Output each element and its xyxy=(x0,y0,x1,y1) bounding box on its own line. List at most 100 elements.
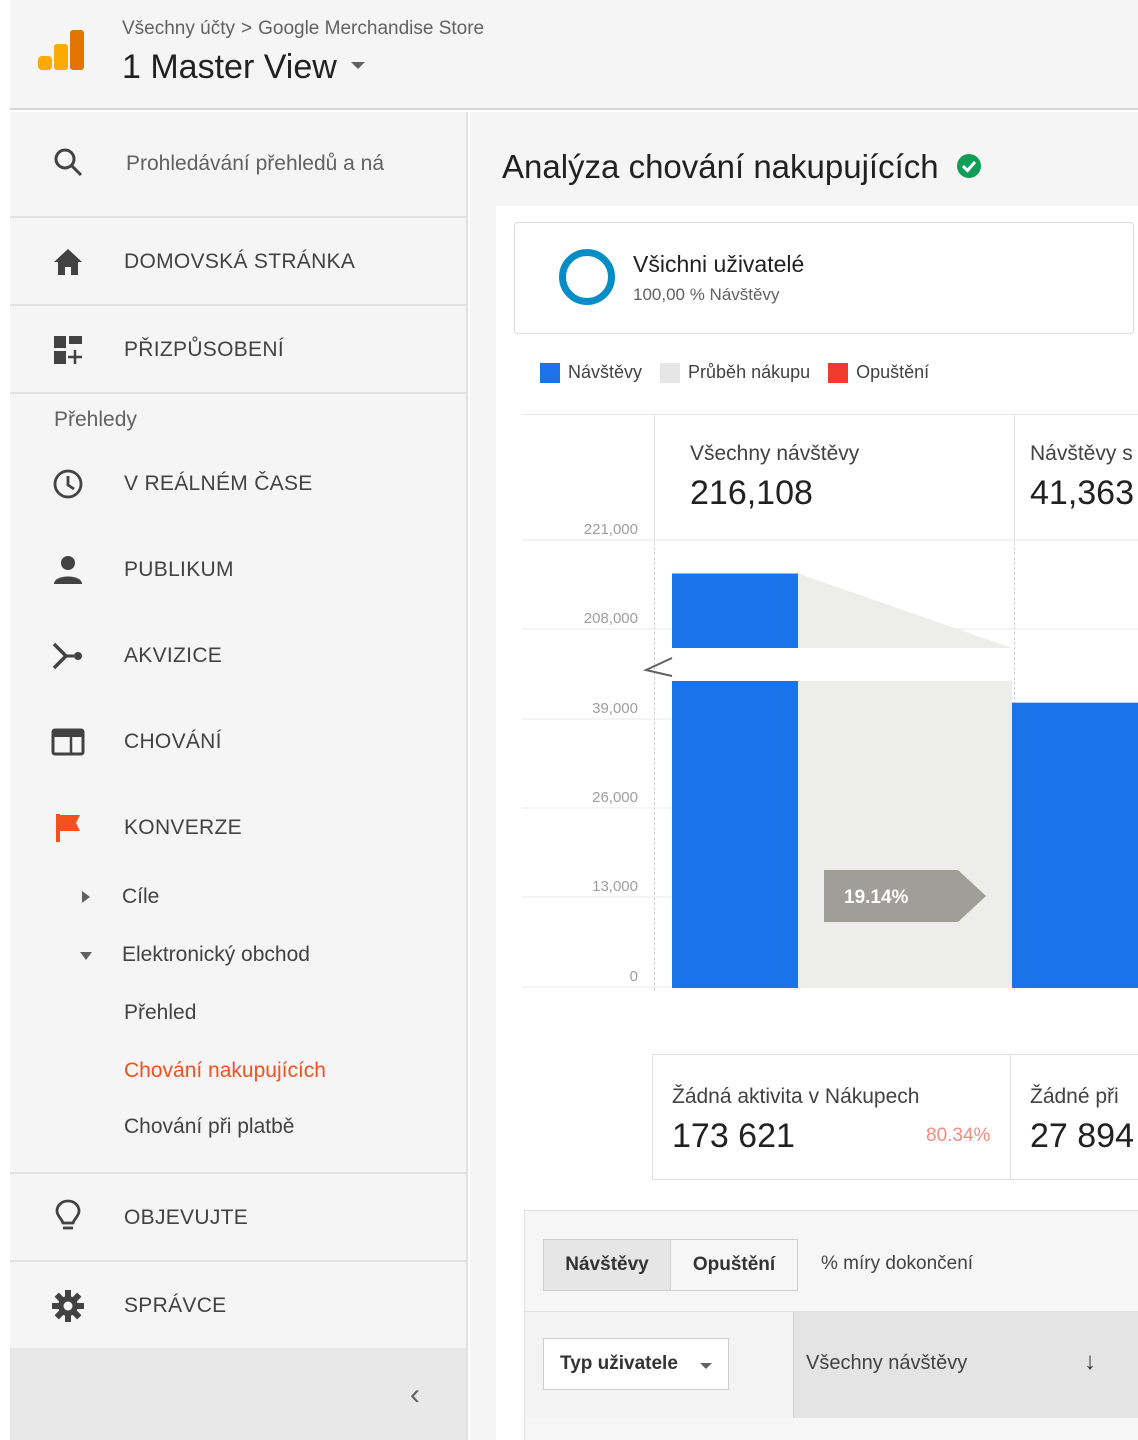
segment-name: Všichni uživatelé xyxy=(633,251,805,277)
legend: Návštěvy Průběh nákupu Opuštění xyxy=(540,362,947,383)
lightbulb-icon xyxy=(50,1198,86,1234)
breadcrumb[interactable]: Všechny účty > Google Merchandise Store xyxy=(122,18,484,40)
segment-card[interactable]: Všichni uživatelé 100,00 % Návštěvy xyxy=(514,222,1134,334)
legend-swatch-sessions xyxy=(540,362,560,383)
breadcrumb-separator-icon: > xyxy=(241,18,253,39)
nav-conversions[interactable]: KONVERZE xyxy=(10,792,466,862)
breadcrumb-property[interactable]: Google Merchandise Store xyxy=(258,18,484,39)
collapse-sidebar-button[interactable]: ‹ xyxy=(10,1348,466,1440)
axis-tick-label: 26,000 xyxy=(592,789,638,806)
nav-shopping-behavior-label: Chování nakupujících xyxy=(124,1059,326,1082)
legend-item: Návštěvy xyxy=(540,362,642,383)
nav-home-label: DOMOVSKÁ STRÁNKA xyxy=(124,250,356,273)
abandon-rate-no-activity: 80.34% xyxy=(926,1125,991,1146)
nav-shopping-behavior[interactable]: Chování nakupujících xyxy=(10,1046,466,1096)
caret-down-icon xyxy=(700,1363,712,1369)
reports-section-heading: Přehledy xyxy=(54,408,137,431)
funnel-plot: 221,000 208,000 39,000 26,000 13,000 0 19.14% xyxy=(522,521,1138,988)
page-title-text: Analýza chování nakupujících xyxy=(502,148,939,185)
axis-tick-label: 208,000 xyxy=(584,610,638,627)
report-search[interactable]: Prohledávání přehledů a ná xyxy=(10,112,466,216)
abandon-label-no-activity: Žádná aktivita v Nákupech xyxy=(672,1085,920,1108)
flag-icon xyxy=(50,810,86,846)
nav-admin-label: SPRÁVCE xyxy=(124,1294,227,1317)
axis-tick-label: 0 xyxy=(630,968,638,985)
sidebar: Prohledávání přehledů a ná DOMOVSKÁ STRÁ… xyxy=(10,112,468,1440)
tab-abandonment[interactable]: Opuštění xyxy=(670,1239,798,1291)
card-divider xyxy=(1010,1055,1011,1179)
bar-product-views xyxy=(1012,702,1138,988)
verified-shield-icon xyxy=(956,154,981,179)
legend-item: Průběh nákupu xyxy=(660,362,810,383)
bar-all-sessions-upper xyxy=(672,573,798,648)
chevron-left-icon: ‹ xyxy=(410,1378,420,1411)
divider xyxy=(10,392,466,394)
main-content: Analýza chování nakupujících Všichni uži… xyxy=(470,112,1138,1440)
legend-label-progress: Průběh nákupu xyxy=(688,362,811,382)
abandonment-cards: Žádná aktivita v Nákupech 173 621 80.34%… xyxy=(652,1054,1138,1180)
nav-behavior-label: CHOVÁNÍ xyxy=(124,730,222,753)
nav-ecommerce-overview[interactable]: Přehled xyxy=(10,988,466,1038)
view-name: 1 Master View xyxy=(122,48,337,86)
axis-tick-label: 221,000 xyxy=(584,521,638,538)
legend-swatch-progress xyxy=(660,362,681,383)
user-type-dropdown[interactable]: Typ uživatele xyxy=(543,1338,729,1390)
column-header-all-sessions[interactable]: Všechny návštěvy ↓ xyxy=(793,1312,1138,1418)
app-header: Všechny účty > Google Merchandise Store 1 … xyxy=(10,0,1138,110)
tab-completion-rate[interactable]: % míry dokončení xyxy=(821,1253,973,1275)
breadcrumb-accounts[interactable]: Všechny účty xyxy=(122,18,235,39)
nav-overview-label: Přehled xyxy=(124,1001,197,1024)
browser-window-icon xyxy=(50,724,86,760)
legend-item: Opuštění xyxy=(828,362,929,383)
page-title: Analýza chování nakupujících xyxy=(502,148,982,186)
nav-discover-label: OBJEVUJTE xyxy=(124,1206,249,1229)
nav-realtime[interactable]: V REÁLNÉM ČASE xyxy=(10,448,466,518)
nav-home[interactable]: DOMOVSKÁ STRÁNKA xyxy=(10,218,466,304)
dashboard-plus-icon xyxy=(50,332,86,368)
gear-icon xyxy=(50,1288,86,1324)
segment-share: 100,00 % Návštěvy xyxy=(633,285,780,304)
funnel-chart: Všechny návštěvy 216,108 Návštěvy s 41,3… xyxy=(522,414,1138,994)
axis-break-icon xyxy=(642,657,673,677)
nav-admin[interactable]: SPRÁVCE xyxy=(10,1262,466,1348)
axis-tick-label: 13,000 xyxy=(592,878,638,895)
bar-all-sessions-lower xyxy=(672,681,798,988)
axis-tick-label: 39,000 xyxy=(592,700,638,717)
home-icon xyxy=(50,244,86,280)
nav-audience[interactable]: PUBLIKUM xyxy=(10,534,466,604)
analytics-logo-icon[interactable] xyxy=(38,30,84,76)
expand-down-icon xyxy=(80,952,92,960)
card-divider xyxy=(652,1055,653,1179)
legend-label-sessions: Návštěvy xyxy=(568,362,643,382)
table-header-row: Typ uživatele Všechny návštěvy ↓ xyxy=(525,1311,1138,1418)
nav-acquisition[interactable]: AKVIZICE xyxy=(10,620,466,690)
nav-realtime-label: V REÁLNÉM ČASE xyxy=(124,472,313,495)
caret-down-icon xyxy=(350,61,365,69)
conversion-rate-label: 19.14% xyxy=(844,887,909,908)
nav-checkout-behavior[interactable]: Chování při platbě xyxy=(10,1102,466,1152)
nav-goals[interactable]: Cíle xyxy=(10,872,466,922)
legend-swatch-abandon xyxy=(828,362,849,383)
nav-checkout-behavior-label: Chování při platbě xyxy=(124,1115,295,1138)
merge-arrow-icon xyxy=(50,638,86,674)
search-icon xyxy=(50,144,86,180)
legend-label-abandon: Opuštění xyxy=(856,362,930,382)
sort-down-icon[interactable]: ↓ xyxy=(1084,1348,1096,1376)
clock-icon xyxy=(50,466,86,502)
search-input[interactable]: Prohledávání přehledů a ná xyxy=(126,152,384,176)
view-selector[interactable]: 1 Master View xyxy=(122,48,365,87)
expand-right-icon xyxy=(82,891,90,903)
abandon-value-no-activity: 173 621 xyxy=(672,1117,795,1155)
column-header-label: Všechny návštěvy xyxy=(806,1352,968,1374)
nav-ecommerce[interactable]: Elektronický obchod xyxy=(10,930,466,980)
nav-conversions-label: KONVERZE xyxy=(124,816,242,839)
segment-ring-icon xyxy=(559,249,615,305)
nav-discover[interactable]: OBJEVUJTE xyxy=(10,1174,466,1260)
nav-ecommerce-label: Elektronický obchod xyxy=(122,943,310,966)
user-type-dropdown-label: Typ uživatele xyxy=(560,1353,678,1374)
report-panel: Všichni uživatelé 100,00 % Návštěvy Návš… xyxy=(496,206,1138,1440)
nav-behavior[interactable]: CHOVÁNÍ xyxy=(10,706,466,776)
tab-sessions[interactable]: Návštěvy xyxy=(543,1239,671,1291)
nav-acquisition-label: AKVIZICE xyxy=(124,644,223,667)
nav-customize[interactable]: PŘIZPŮSOBENÍ xyxy=(10,306,466,392)
